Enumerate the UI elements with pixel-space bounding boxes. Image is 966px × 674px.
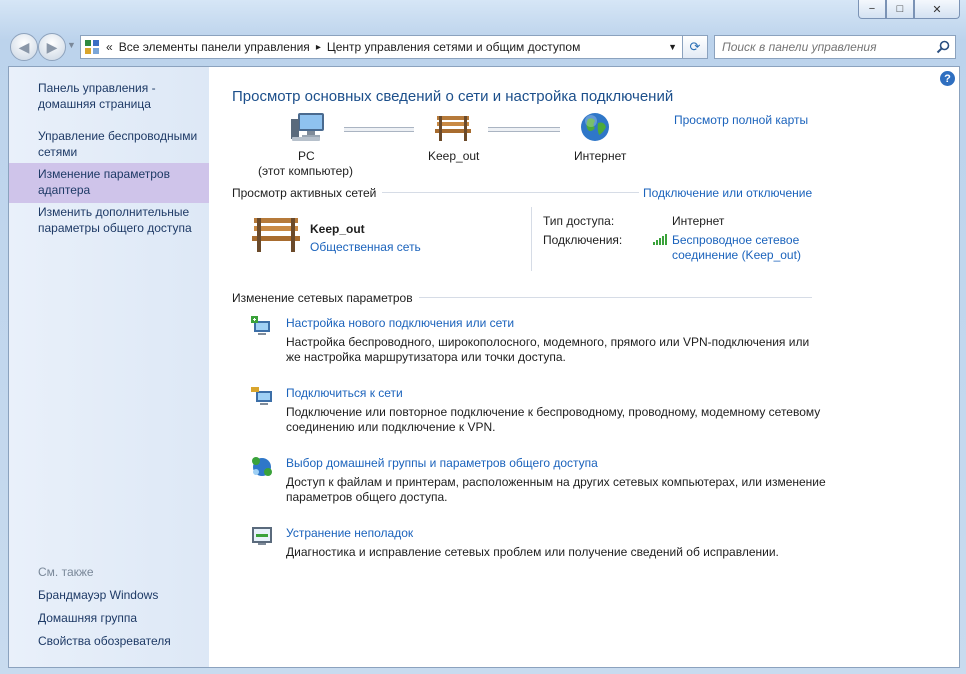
address-bar[interactable]: « Все элементы панели управления ▸ Центр… bbox=[80, 35, 708, 59]
access-type-value: Интернет bbox=[672, 214, 725, 228]
recent-pages-dropdown[interactable]: ▼ bbox=[67, 40, 76, 50]
sidebar: Панель управления - домашняя страница Уп… bbox=[9, 67, 209, 667]
sidebar-item-firewall[interactable]: Брандмауэр Windows bbox=[38, 587, 206, 603]
connect-network-icon bbox=[251, 387, 272, 405]
globe-icon bbox=[581, 113, 609, 141]
homegroup-icon bbox=[252, 457, 272, 476]
task-homegroup-desc: Доступ к файлам и принтерам, расположенн… bbox=[286, 475, 826, 504]
address-dropdown-icon[interactable]: ▼ bbox=[668, 42, 677, 52]
breadcrumb-chevron[interactable]: « bbox=[106, 40, 113, 54]
active-networks-header: Просмотр активных сетей bbox=[232, 186, 383, 200]
task-homegroup-link[interactable]: Выбор домашней группы и параметров общег… bbox=[286, 456, 598, 470]
main-panel: Просмотр основных сведений о сети и наст… bbox=[232, 67, 952, 667]
refresh-button[interactable]: ⟳ bbox=[682, 35, 708, 59]
breadcrumb-network-center[interactable]: Центр управления сетями и общим доступом bbox=[327, 40, 581, 54]
map-link-network-internet bbox=[488, 127, 560, 132]
map-network-label[interactable]: Keep_out bbox=[428, 149, 479, 163]
breadcrumb-all-items[interactable]: Все элементы панели управления bbox=[119, 40, 310, 54]
page-title: Просмотр основных сведений о сети и наст… bbox=[232, 88, 674, 105]
refresh-icon: ⟳ bbox=[689, 39, 701, 54]
new-connection-icon bbox=[251, 316, 270, 335]
forward-button[interactable]: ▶ bbox=[38, 33, 66, 61]
task-connect-desc: Подключение или повторное подключение к … bbox=[286, 405, 821, 434]
computer-icon bbox=[291, 113, 324, 141]
task-connect-link[interactable]: Подключиться к сети bbox=[286, 386, 403, 400]
navigation-toolbar: ◀ ▶ ▼ « Все элементы панели управления ▸… bbox=[0, 30, 966, 64]
sidebar-item-homegroup[interactable]: Домашняя группа bbox=[38, 610, 206, 626]
map-pc-sublabel: (этот компьютер) bbox=[258, 164, 353, 178]
wifi-signal-icon bbox=[653, 234, 667, 245]
network-name: Keep_out bbox=[310, 222, 365, 236]
full-map-link[interactable]: Просмотр полной карты bbox=[674, 113, 808, 127]
task-new-connection-desc: Настройка беспроводного, широкополосного… bbox=[286, 335, 810, 364]
access-type-label: Тип доступа: bbox=[543, 214, 615, 228]
network-type-link[interactable]: Общественная сеть bbox=[310, 240, 421, 254]
search-input[interactable] bbox=[715, 39, 936, 55]
bench-icon bbox=[435, 116, 471, 141]
close-button[interactable]: ✕ bbox=[914, 0, 960, 19]
task-new-connection-link[interactable]: Настройка нового подключения или сети bbox=[286, 316, 514, 330]
breadcrumb-separator[interactable]: ▸ bbox=[316, 42, 321, 53]
content-area: Панель управления - домашняя страница Уп… bbox=[8, 66, 960, 668]
control-panel-icon bbox=[85, 40, 99, 54]
troubleshoot-icon bbox=[252, 527, 272, 545]
task-troubleshoot-desc: Диагностика и исправление сетевых пробле… bbox=[286, 545, 779, 559]
sidebar-item-adapter[interactable]: Изменение параметров адаптера bbox=[38, 166, 206, 198]
sidebar-item-home[interactable]: Панель управления - домашняя страница bbox=[38, 80, 206, 112]
map-pc-label[interactable]: PC bbox=[298, 149, 315, 163]
vertical-divider bbox=[531, 207, 532, 271]
sidebar-item-browser[interactable]: Свойства обозревателя bbox=[38, 633, 206, 649]
connect-disconnect-link[interactable]: Подключение или отключение bbox=[639, 186, 813, 200]
back-button[interactable]: ◀ bbox=[10, 33, 38, 61]
search-icon[interactable] bbox=[936, 40, 950, 54]
minimize-button[interactable]: − bbox=[858, 0, 886, 19]
see-also-heading: См. также bbox=[38, 565, 94, 579]
sidebar-item-wireless[interactable]: Управление беспроводными сетями bbox=[38, 128, 206, 160]
sidebar-item-sharing[interactable]: Изменить дополнительные параметры общего… bbox=[38, 204, 206, 236]
caption-buttons: − □ ✕ bbox=[858, 0, 960, 19]
window: − □ ✕ ◀ ▶ ▼ « Все элементы панели управл… bbox=[0, 0, 966, 674]
wireless-connection-link[interactable]: Беспроводное сетевое bbox=[672, 233, 799, 247]
search-box[interactable] bbox=[714, 35, 956, 59]
change-settings-header: Изменение сетевых параметров bbox=[232, 291, 419, 305]
wireless-connection-link-line2[interactable]: соединение (Keep_out) bbox=[672, 248, 801, 262]
task-troubleshoot-link[interactable]: Устранение неполадок bbox=[286, 526, 413, 540]
maximize-button[interactable]: □ bbox=[886, 0, 914, 19]
map-internet-label[interactable]: Интернет bbox=[574, 149, 626, 163]
network-bench-icon[interactable] bbox=[250, 215, 302, 255]
connections-label: Подключения: bbox=[543, 233, 623, 247]
map-link-pc-network bbox=[344, 127, 414, 132]
